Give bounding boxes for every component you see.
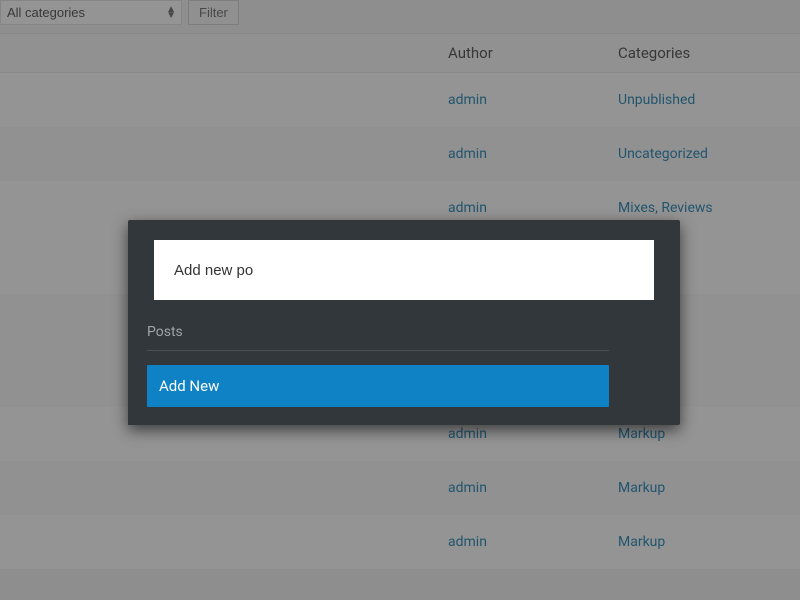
result-add-new[interactable]: Add New (147, 365, 609, 407)
command-palette: Posts Add New (128, 220, 680, 425)
command-palette-search-wrap (128, 220, 680, 310)
results-section-label: Posts (147, 318, 609, 351)
command-palette-input[interactable] (154, 240, 654, 300)
command-palette-results: Posts Add New (128, 310, 628, 425)
